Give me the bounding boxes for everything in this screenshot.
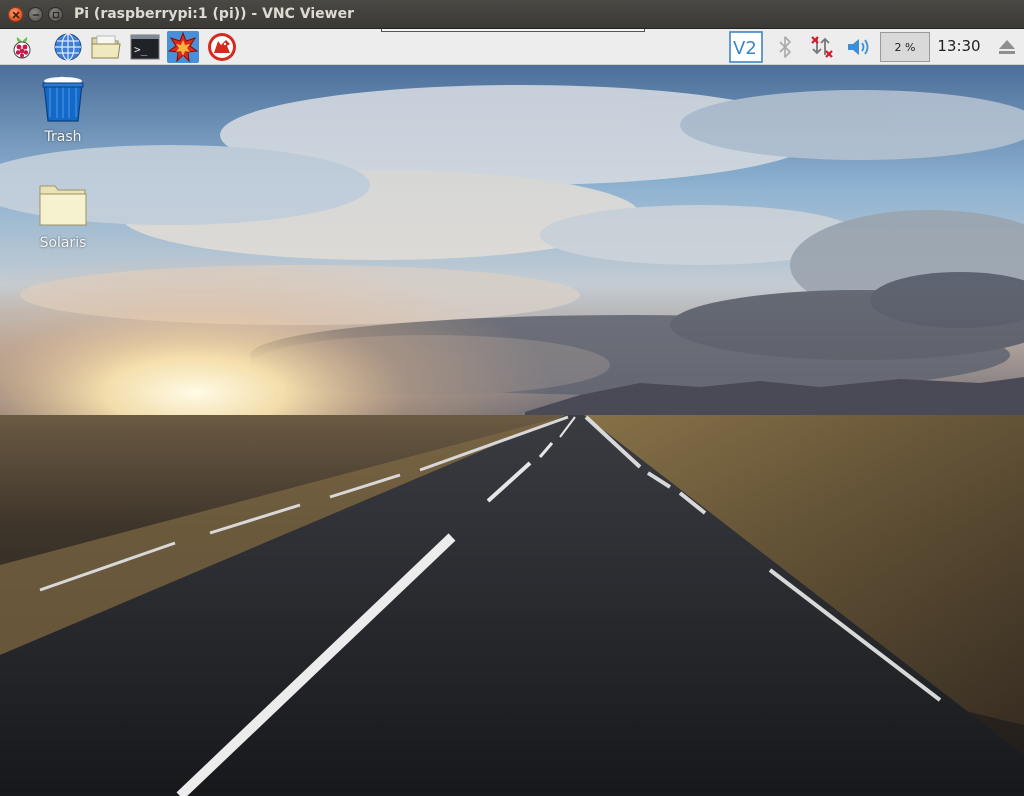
globe-icon	[54, 33, 82, 61]
desktop-icon-label: Solaris	[39, 235, 87, 251]
volume-button[interactable]	[844, 31, 874, 63]
minimize-icon	[32, 14, 40, 16]
maximize-window-button[interactable]	[48, 7, 63, 22]
clock[interactable]: 13:30	[936, 37, 982, 55]
window-titlebar[interactable]: Pi (raspberrypi:1 (pi)) - VNC Viewer	[0, 0, 1024, 29]
vnc-icon: V2	[729, 31, 763, 63]
terminal-icon: >_	[130, 34, 160, 60]
wolf-icon	[208, 33, 236, 61]
desktop[interactable]: Trash Solaris	[0, 65, 1024, 796]
minimize-window-button[interactable]	[28, 7, 43, 22]
raspberry-menu-button[interactable]	[6, 31, 38, 63]
close-icon	[12, 11, 20, 19]
eject-icon	[999, 40, 1015, 54]
terminal-button[interactable]: >_	[129, 31, 161, 63]
file-manager-button[interactable]	[90, 31, 122, 63]
vnc-server-button[interactable]: V2	[728, 31, 764, 63]
desktop-icon-solaris[interactable]: Solaris	[18, 181, 108, 251]
maximize-icon	[52, 11, 60, 19]
network-button[interactable]	[808, 31, 836, 63]
bluetooth-button[interactable]	[774, 31, 796, 63]
network-disconnected-icon	[811, 36, 833, 58]
top-panel: >_ V2 2 % 13:30	[0, 29, 1024, 65]
raspberry-icon	[13, 37, 31, 59]
volume-icon	[848, 39, 869, 55]
window-title: Pi (raspberrypi:1 (pi)) - VNC Viewer	[74, 6, 355, 22]
bluetooth-icon	[779, 36, 791, 58]
close-window-button[interactable]	[8, 7, 23, 22]
road-sunset-wallpaper	[0, 65, 1024, 796]
wolfram-button[interactable]	[206, 31, 238, 63]
cpu-usage-value: 2 %	[894, 40, 916, 54]
desktop-icon-label: Trash	[44, 129, 82, 145]
cpu-usage-monitor[interactable]: 2 %	[880, 32, 930, 62]
taskbar-window-slot[interactable]	[381, 29, 645, 32]
trash-icon	[42, 76, 84, 122]
folder-icon	[91, 35, 121, 59]
svg-text:V2: V2	[733, 38, 757, 59]
mathematica-icon	[168, 32, 198, 62]
desktop-icon-trash[interactable]: Trash	[18, 73, 108, 145]
svg-text:>_: >_	[134, 43, 148, 56]
eject-button[interactable]	[994, 31, 1020, 63]
folder-icon	[39, 185, 87, 226]
mathematica-button[interactable]	[167, 31, 199, 63]
web-browser-button[interactable]	[52, 31, 84, 63]
